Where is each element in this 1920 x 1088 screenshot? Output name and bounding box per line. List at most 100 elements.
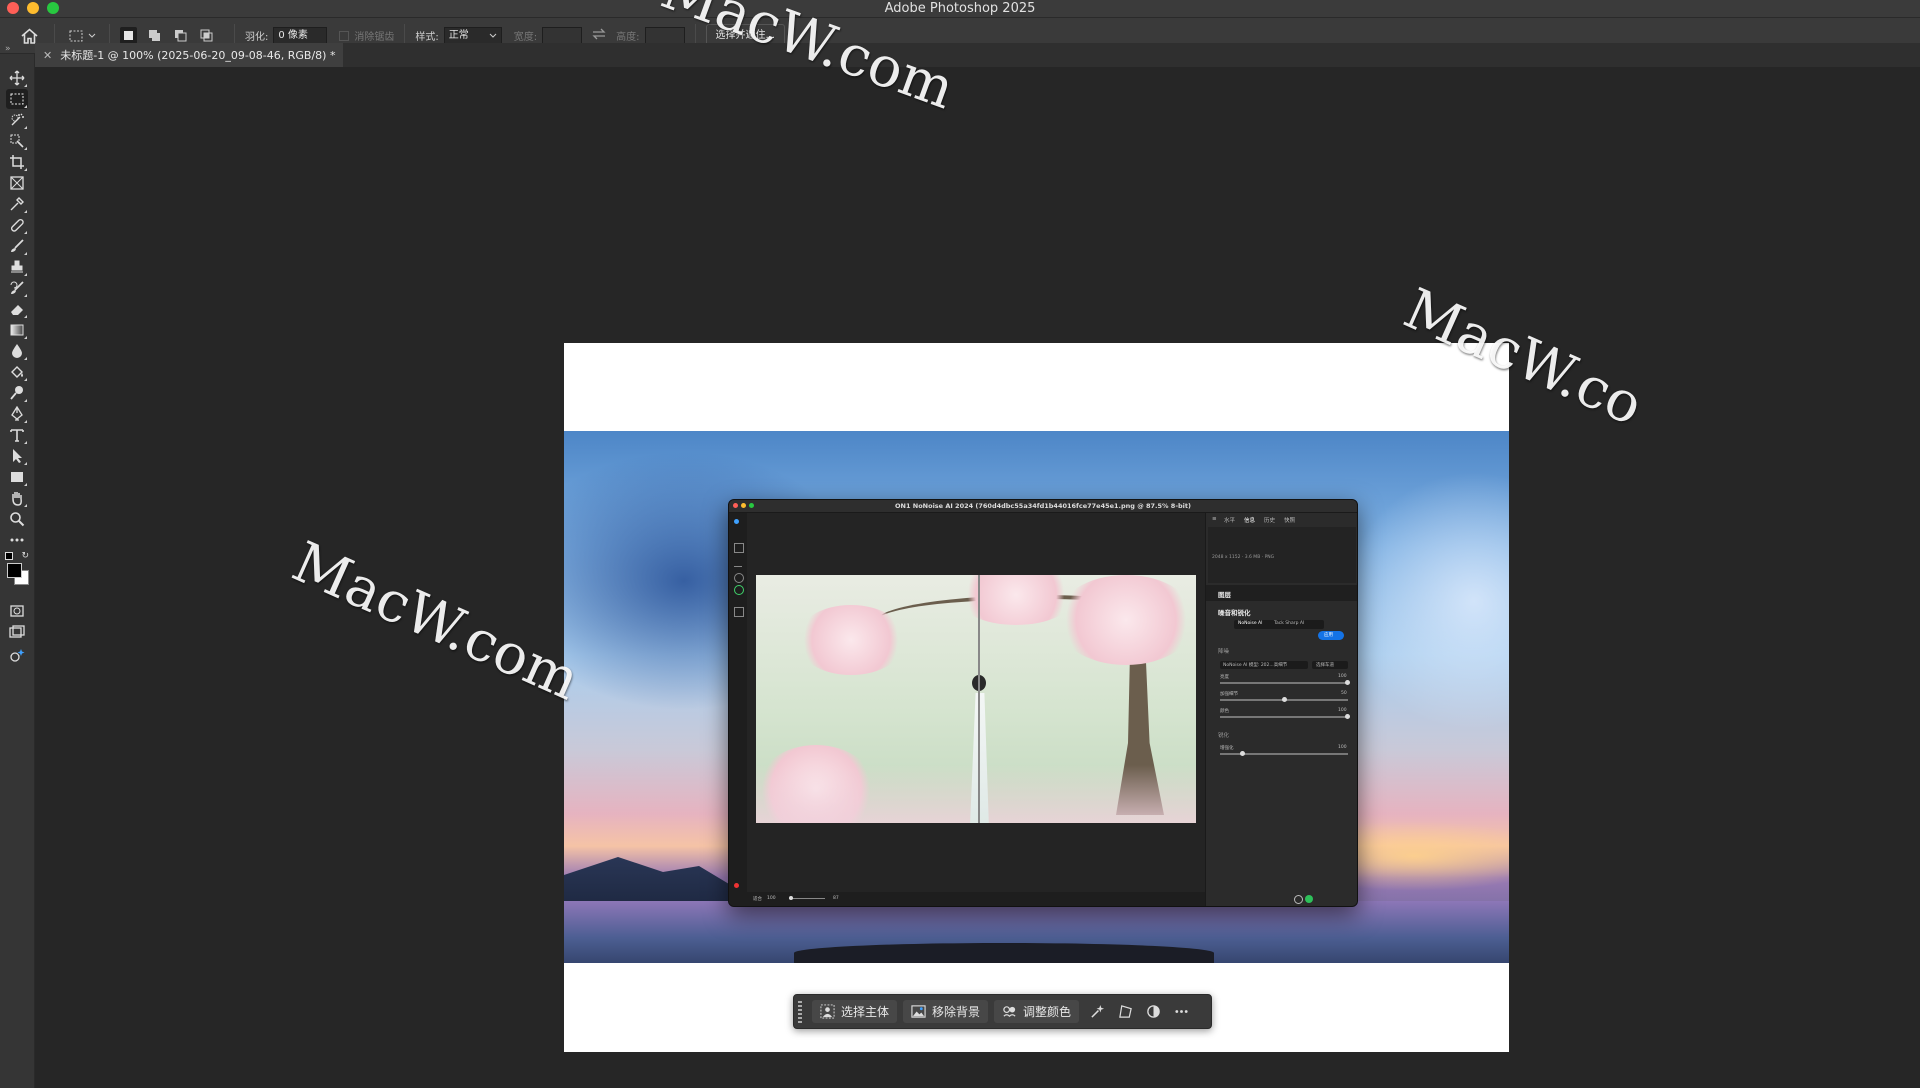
on1-model-label: NoNoise AI 模型: 202...高细节 [1223,663,1288,668]
frame-icon [10,176,24,190]
on1-slider-label: 加强细节 [1220,692,1238,697]
eyedropper-icon [10,197,24,211]
on1-slider [1220,680,1350,685]
transform-button[interactable] [1113,1000,1137,1024]
foreground-color-swatch[interactable] [7,563,22,578]
color-swatches[interactable]: ↻ [5,551,31,592]
antialias-option[interactable]: 消除锯齿 [339,28,394,43]
brush-tool[interactable] [6,236,28,256]
on1-preview-image [756,575,1196,823]
add-selection-icon [149,30,160,41]
quick-mask-icon [10,605,24,617]
on1-zoom-slider [789,898,825,899]
on1-mode-tab: NoNoise AI [1238,621,1263,626]
pen-icon [11,406,23,421]
chevron-down-icon [88,33,95,38]
drag-handle-icon[interactable] [798,1000,806,1023]
on1-max-dot [749,503,754,508]
swap-dimensions-button[interactable] [592,28,606,43]
home-icon [20,27,38,44]
new-selection-button[interactable] [120,27,137,44]
more-options-button[interactable] [1169,1000,1193,1024]
on1-tool-icon [734,607,744,617]
height-input[interactable] [644,27,685,44]
gradient-tool[interactable] [6,320,28,340]
intersect-selection-button[interactable] [198,27,215,44]
adjustment-layer-button[interactable] [1141,1000,1165,1024]
default-colors-icon[interactable] [5,552,13,560]
on1-apply-label: 应用 [1324,633,1333,638]
hand-tool[interactable] [6,488,28,508]
rectangle-tool[interactable] [6,467,28,487]
on1-bottom-bar: 适合 100 87 [747,892,1205,906]
subtract-selection-button[interactable] [172,27,189,44]
rectangle-icon [11,472,23,482]
add-selection-button[interactable] [146,27,163,44]
on1-info-box: 2048 x 1152 · 3.6 MB · PNG [1208,527,1356,583]
object-selection-tool[interactable] [6,110,28,130]
history-brush-tool[interactable] [6,278,28,298]
on1-record-icon [734,883,739,888]
pen-tool[interactable] [6,404,28,424]
bandage-icon [10,218,24,232]
crop-tool[interactable] [6,152,28,172]
healing-brush-tool[interactable] [6,215,28,235]
hand-icon [12,492,22,506]
path-selection-tool[interactable] [6,446,28,466]
history-brush-icon [10,281,24,294]
paint-bucket-tool[interactable] [6,362,28,382]
on1-slider-label: 增强化 [1220,746,1234,751]
on1-slider [1220,714,1350,719]
on1-slider-knob [1240,751,1245,756]
move-icon [9,70,25,86]
on1-slider-label: 亮度 [1220,675,1229,680]
remove-background-button[interactable]: 移除背景 [903,1000,989,1023]
intersect-selection-icon [200,29,213,42]
blur-tool[interactable] [6,341,28,361]
rectangular-marquee-tool[interactable] [6,89,28,109]
quick-selection-tool[interactable] [6,131,28,151]
minimize-window-button[interactable] [27,2,39,14]
type-tool[interactable] [6,425,28,445]
more-icon [10,538,24,542]
close-window-button[interactable] [7,2,19,14]
on1-layers-header: 图层 [1218,591,1231,599]
before-after-divider [978,575,980,823]
width-input[interactable] [542,27,583,44]
panel-collapse-icon[interactable]: » [5,44,11,54]
quick-mask-button[interactable] [6,601,28,621]
eraser-icon [11,305,23,315]
canvas-area[interactable]: ON1 NoNoise AI 2024 (760d4dbc55a34fd1b44… [35,0,1920,1088]
document-tab[interactable]: ✕ 未标题-1 @ 100% (2025-06-20_09-08-46, RGB… [35,43,344,67]
foreground-rocks [794,943,1214,963]
style-select[interactable]: 正常 [443,27,502,44]
eyedropper-tool[interactable] [6,194,28,214]
clone-stamp-tool[interactable] [6,257,28,277]
width-label: 宽度: [513,32,538,43]
blossom [1056,575,1196,665]
zoom-tool[interactable] [6,509,28,529]
edit-toolbar-button[interactable] [6,530,28,550]
antialias-checkbox[interactable] [339,30,350,41]
frame-tool[interactable] [6,173,28,193]
height-label: 高度: [616,32,640,43]
select-subject-button[interactable]: 选择主体 [812,1000,898,1023]
feather-input[interactable]: 0 像素 [273,27,328,44]
arrow-pointer-icon [13,449,22,463]
generate-image-button[interactable] [1085,1000,1109,1024]
swap-colors-icon[interactable]: ↻ [21,551,29,561]
adjust-color-button[interactable]: 调整颜色 [994,1000,1080,1023]
screen-mode-button[interactable] [6,622,28,642]
on1-slider-value: 100 [1338,674,1347,679]
on1-slider-knob [1282,697,1287,702]
generative-fill-button[interactable] [6,646,28,666]
on1-nonoise-window: ON1 NoNoise AI 2024 (760d4dbc55a34fd1b44… [728,499,1358,907]
style-label: 样式: [415,32,439,43]
gradient-icon [10,324,24,336]
move-tool[interactable] [6,68,28,88]
maximize-window-button[interactable] [47,2,59,14]
close-tab-icon[interactable]: ✕ [43,49,52,62]
eraser-tool[interactable] [6,299,28,319]
dodge-tool[interactable] [6,383,28,403]
document-canvas[interactable]: ON1 NoNoise AI 2024 (760d4dbc55a34fd1b44… [564,343,1509,1052]
